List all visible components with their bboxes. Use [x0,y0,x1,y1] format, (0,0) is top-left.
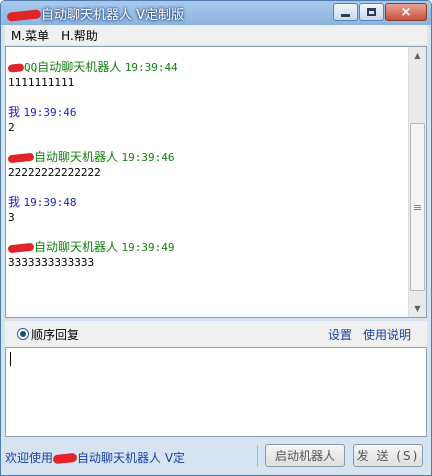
chat-log[interactable]: QQ自动聊天机器人 19:39:44 1111111111 我 19:39:46… [5,46,427,318]
message-time: 19:39:46 [23,106,77,119]
text-caret [10,352,11,366]
divider [257,445,258,467]
message-header: QQ自动聊天机器人 19:39:44 [7,60,400,75]
message-header: 自动聊天机器人 19:39:49 [7,240,400,255]
maximize-button[interactable] [359,3,384,21]
close-icon: × [400,4,412,20]
grip-icon [414,204,421,210]
message-time: 19:39:48 [23,196,77,209]
status-suffix: 自动聊天机器人 V定 [77,451,186,465]
redaction-mark [52,452,78,465]
redaction-mark [6,9,42,22]
scrollbar-thumb[interactable] [410,123,425,291]
app-window: 自动聊天机器人 V定制版 × M.菜单 H.帮助 QQ自动聊天机器人 19:39… [0,0,432,476]
settings-link[interactable]: 设置 [328,326,352,343]
message-time: 19:39:44 [124,61,178,74]
list-item: QQ自动聊天机器人 19:39:44 1111111111 [7,60,400,91]
scroll-down-arrow-icon[interactable]: ▼ [409,300,426,317]
sender-name: 我 [8,105,21,119]
message-list: QQ自动聊天机器人 19:39:44 1111111111 我 19:39:46… [7,60,400,285]
message-input[interactable] [5,347,427,437]
list-item: 自动聊天机器人 19:39:49 3333333333333 [7,240,400,271]
chat-scrollbar[interactable]: ▲ ▼ [408,47,426,317]
scroll-up-arrow-icon[interactable]: ▲ [409,47,426,64]
message-header: 我 19:39:46 [8,105,400,120]
menu-item-help[interactable]: H.帮助 [55,27,104,44]
message-text: 22222222222222 [8,166,101,179]
redaction-mark [7,152,35,164]
close-button[interactable]: × [385,3,427,21]
sender-name: 自动聊天机器人 [37,60,122,74]
sequential-reply-radio[interactable] [17,328,29,340]
window-title-text: 自动聊天机器人 V定制版 [41,8,185,23]
message-time: 19:39:46 [121,151,175,164]
help-link[interactable]: 使用说明 [363,326,411,343]
list-item: 自动聊天机器人 19:39:46 22222222222222 [7,150,400,181]
start-bot-button[interactable]: 启动机器人 [265,444,345,467]
sender-prefix: QQ [24,61,38,74]
redaction-mark [7,242,35,254]
maximize-icon [367,8,376,16]
message-text: 1111111111 [8,76,75,89]
message-header: 自动聊天机器人 19:39:46 [7,150,400,165]
list-item: 我 19:39:48 3 [8,195,400,226]
send-button[interactable]: 发 送 (S) [353,444,423,467]
sender-name: 我 [8,195,21,209]
status-prefix: 欢迎使用 [5,451,54,465]
sequential-reply-label[interactable]: 顺序回复 [31,326,79,343]
chat-toolbar: 顺序回复 设置 使用说明 [5,321,427,347]
message-header: 我 19:39:48 [8,195,400,210]
message-text: 2 [8,121,15,134]
redaction-mark [7,63,25,73]
sender-name: 自动聊天机器人 [34,240,119,254]
list-item: 我 19:39:46 2 [8,105,400,136]
message-text: 3333333333333 [8,256,95,269]
minimize-button[interactable] [333,3,358,21]
window-controls: × [333,3,427,21]
status-bar: 欢迎使用 自动聊天机器人 V定 启动机器人 发 送 (S) [5,441,427,471]
minimize-icon [341,13,350,17]
title-bar[interactable]: 自动聊天机器人 V定制版 × [1,1,431,25]
sender-name: 自动聊天机器人 [34,150,119,164]
message-text: 3 [8,211,15,224]
status-text: 欢迎使用 自动聊天机器人 V定 [5,449,185,466]
message-time: 19:39:49 [121,241,175,254]
menu-bar: M.菜单 H.帮助 [5,25,427,45]
menu-item-menu[interactable]: M.菜单 [5,27,55,44]
window-title: 自动聊天机器人 V定制版 [6,4,185,23]
